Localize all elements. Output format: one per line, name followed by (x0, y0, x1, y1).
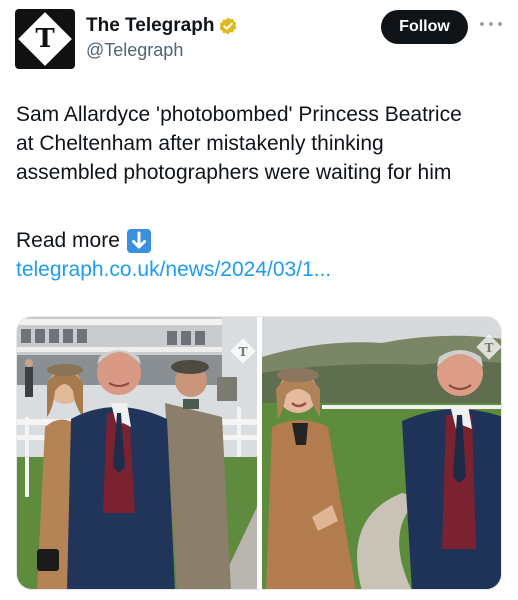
media-grid: T T (16, 316, 502, 590)
svg-text:T: T (485, 341, 494, 355)
ellipsis-icon[interactable] (480, 14, 502, 34)
tweet-text-line: at Cheltenham after mistakenly thinking (16, 132, 384, 155)
article-link[interactable]: telegraph.co.uk/news/2024/03/1... (16, 255, 331, 284)
read-more: Read more (16, 226, 151, 255)
dot (498, 22, 502, 26)
verified-badge-icon (220, 17, 237, 35)
tweet-header: T The Telegraph @Telegraph Follow (0, 0, 518, 80)
dot (480, 22, 484, 26)
svg-text:T: T (239, 345, 248, 359)
avatar-letter: T (35, 24, 55, 54)
account-avatar[interactable]: T (15, 9, 75, 69)
dot (489, 22, 493, 26)
photo-left[interactable]: T (17, 317, 257, 589)
read-more-label: Read more (16, 229, 120, 252)
tweet-text-line: assembled photographers were waiting for… (16, 161, 452, 184)
down-arrow-emoji-icon (126, 228, 151, 253)
name-row: The Telegraph (86, 14, 238, 38)
follow-button[interactable]: Follow (381, 10, 468, 44)
display-name[interactable]: The Telegraph (86, 15, 214, 37)
account-handle[interactable]: @Telegraph (86, 40, 183, 61)
tweet-text-line: Sam Allardyce 'photobombed' Princess Bea… (16, 103, 462, 126)
tweet-text: Sam Allardyce 'photobombed' Princess Bea… (16, 100, 511, 187)
photo-right[interactable]: T (262, 317, 501, 589)
